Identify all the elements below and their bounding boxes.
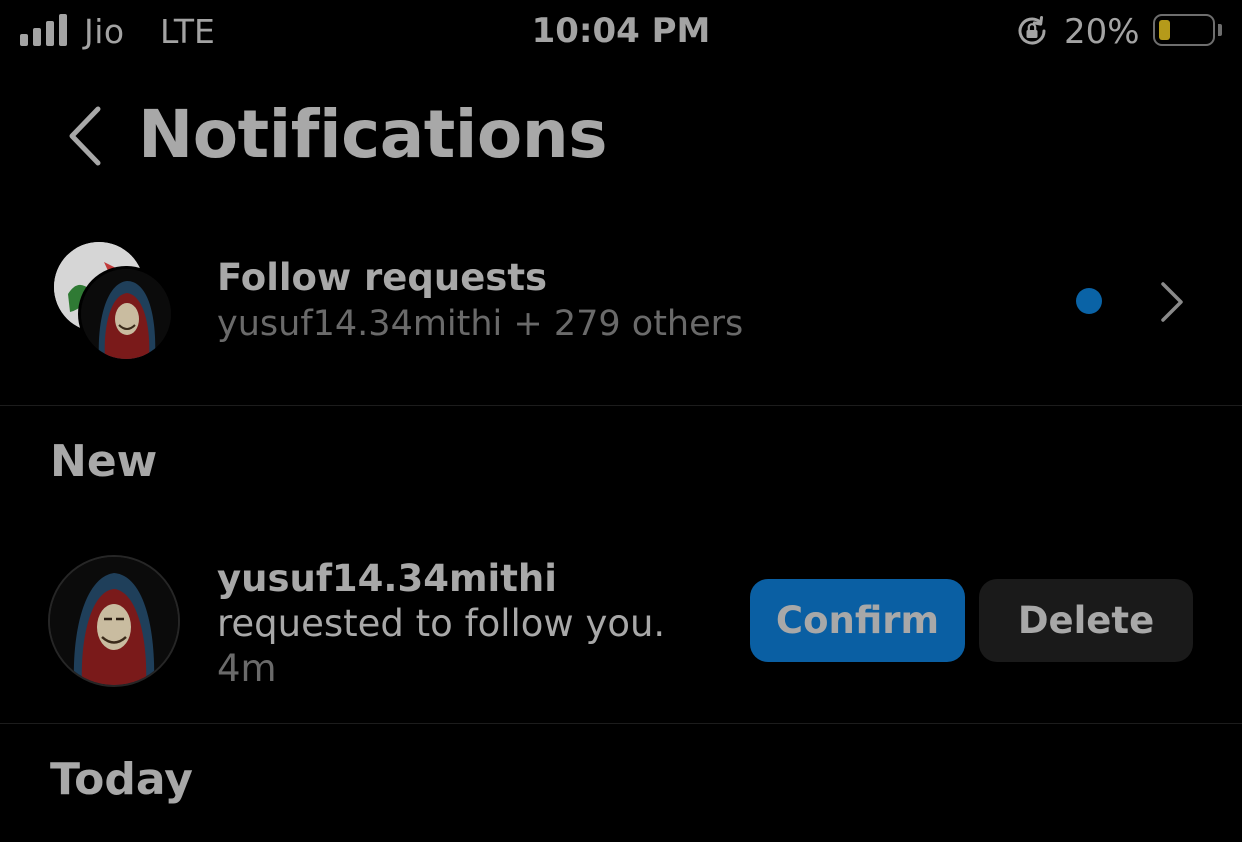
status-bar: Jio LTE 10:04 PM 20%	[0, 0, 1242, 64]
rotation-lock-icon	[1018, 16, 1046, 45]
confirm-button[interactable]: Confirm	[750, 579, 965, 662]
follower-avatar	[78, 266, 174, 362]
follow-requests-title: Follow requests	[217, 256, 548, 299]
follow-requests-row[interactable]: Follow requests yusuf14.34mithi + 279 ot…	[0, 230, 1242, 406]
unread-indicator-dot	[1076, 288, 1102, 314]
notification-message: requested to follow you.	[217, 602, 666, 645]
section-header-today: Today	[50, 754, 193, 805]
notification-time: 4m	[217, 647, 277, 690]
battery-tip	[1218, 24, 1222, 36]
page-title: Notifications	[138, 96, 608, 173]
delete-button[interactable]: Delete	[979, 579, 1193, 662]
status-time: 10:04 PM	[531, 11, 711, 51]
notification-text: yusuf14.34mithi requested to follow you.…	[217, 556, 697, 691]
notification-username[interactable]: yusuf14.34mithi	[217, 556, 697, 601]
notifications-screen: Jio LTE 10:04 PM 20% Notifications Follo…	[0, 0, 1242, 842]
section-header-new: New	[50, 436, 158, 487]
battery-icon	[1153, 14, 1215, 46]
chevron-left-icon[interactable]	[62, 104, 108, 168]
follow-requests-subtitle: yusuf14.34mithi + 279 others	[217, 304, 744, 344]
battery-percent: 20%	[1064, 12, 1140, 52]
avatar[interactable]	[48, 555, 180, 687]
chevron-right-icon	[1161, 282, 1183, 322]
notification-row[interactable]: yusuf14.34mithi requested to follow you.…	[0, 540, 1242, 724]
